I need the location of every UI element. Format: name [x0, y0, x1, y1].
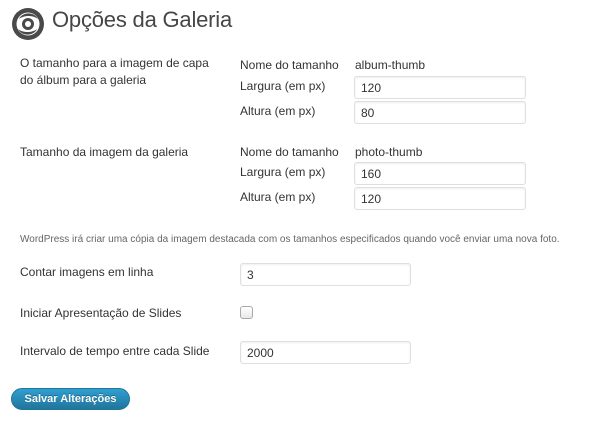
photo-height-label: Altura (em px)	[240, 190, 316, 204]
album-height-input[interactable]	[354, 101, 526, 124]
size-description: WordPress irá criar uma cópia da imagem …	[20, 234, 560, 245]
album-name-value: album-thumb	[355, 58, 426, 72]
save-changes-button[interactable]: Salvar Alterações	[11, 388, 130, 410]
album-width-label: Largura (em px)	[240, 79, 326, 93]
album-size-label-line2: do álbum para a galeria	[20, 73, 147, 87]
slide-interval-input[interactable]	[240, 341, 411, 364]
photo-size-label: Tamanho da imagem da galeria	[20, 145, 189, 159]
photo-name-label: Nome do tamanho	[240, 145, 339, 159]
photo-width-input[interactable]	[354, 162, 526, 185]
count-per-row-input[interactable]	[240, 263, 411, 286]
photo-name-value: photo-thumb	[355, 145, 423, 159]
slide-interval-label: Intervalo de tempo entre cada Slide	[20, 344, 210, 358]
page-title: Opções da Galeria	[52, 7, 233, 32]
album-height-label: Altura (em px)	[240, 104, 316, 118]
photo-height-input[interactable]	[354, 187, 526, 210]
gallery-logo-icon	[12, 8, 44, 40]
album-name-label: Nome do tamanho	[240, 58, 339, 72]
slideshow-label: Iniciar Apresentação de Slides	[20, 306, 182, 320]
album-width-input[interactable]	[354, 76, 526, 99]
count-per-row-label: Contar imagens em linha	[20, 265, 154, 279]
album-size-label-line1: O tamanho para a imagem de capa	[20, 56, 209, 70]
photo-width-label: Largura (em px)	[240, 165, 326, 179]
slideshow-checkbox[interactable]	[240, 306, 253, 319]
